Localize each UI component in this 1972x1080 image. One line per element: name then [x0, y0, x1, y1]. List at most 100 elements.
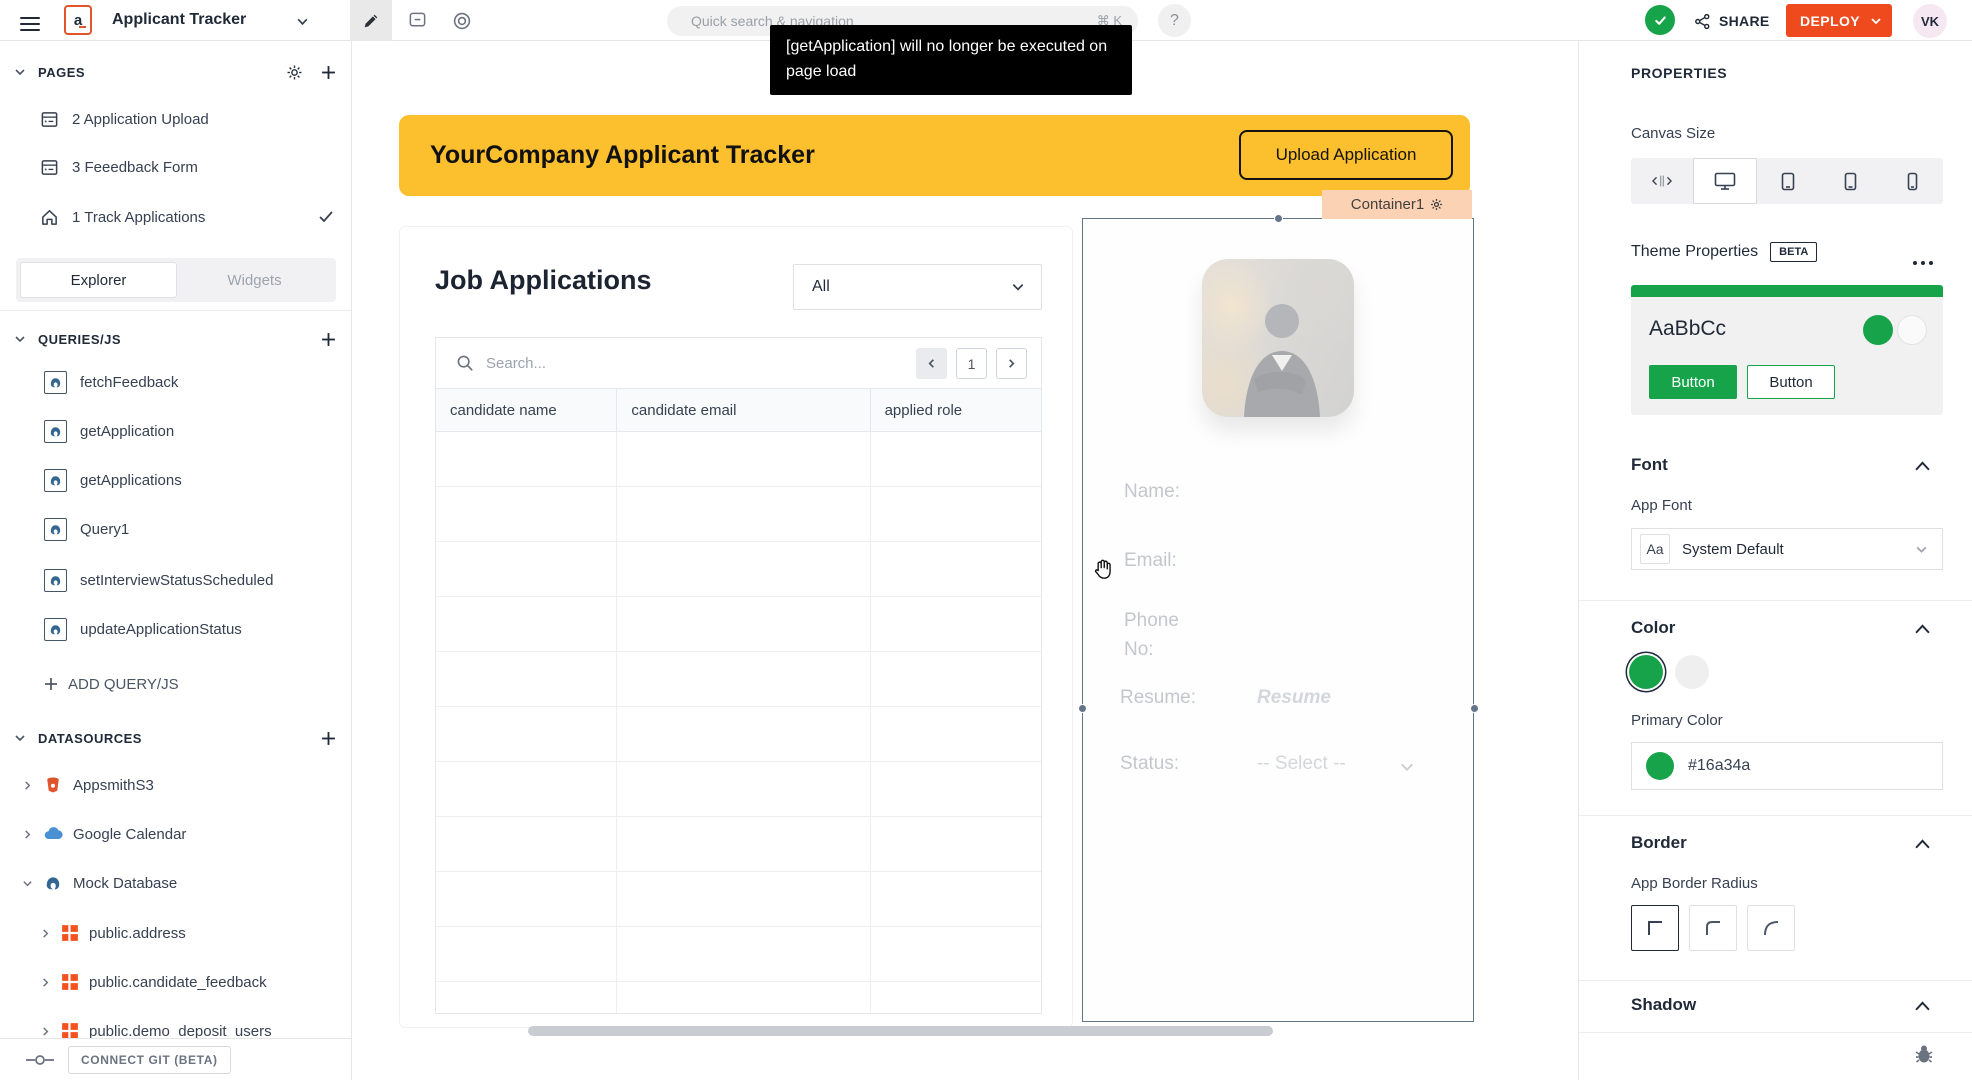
table-cell[interactable]	[871, 927, 1041, 981]
share-button[interactable]: SHARE	[1694, 8, 1770, 34]
table-cell[interactable]	[617, 817, 871, 871]
query-item[interactable]: updateApplicationStatus	[0, 609, 351, 649]
border-radius-sharp-option[interactable]	[1631, 905, 1679, 951]
table-cell[interactable]	[436, 817, 618, 871]
table-cell[interactable]	[617, 982, 871, 1013]
app-header-widget[interactable]: YourCompany Applicant Tracker Upload App…	[399, 115, 1470, 196]
table-row[interactable]	[436, 652, 1041, 707]
chevron-down-icon[interactable]	[14, 66, 26, 78]
resume-link[interactable]: Resume	[1257, 687, 1331, 709]
table-row[interactable]	[436, 982, 1041, 1013]
datasource-table-public-address[interactable]: public.address	[0, 913, 351, 953]
datasource-google-calendar[interactable]: Google Calendar	[0, 814, 351, 854]
add-datasource-icon[interactable]	[321, 731, 336, 746]
resize-handle-top[interactable]	[1274, 214, 1283, 223]
chevron-right-icon[interactable]	[40, 977, 51, 988]
table-cell[interactable]	[871, 817, 1041, 871]
horizontal-scrollbar[interactable]	[528, 1026, 1273, 1036]
tab-explorer[interactable]: Explorer	[20, 262, 177, 298]
user-avatar[interactable]: VK	[1913, 4, 1947, 38]
color-swatch-green-selected[interactable]	[1629, 655, 1663, 689]
table-cell[interactable]	[617, 872, 871, 926]
canvas-size-phone-option[interactable]	[1881, 158, 1943, 204]
tab-widgets[interactable]: Widgets	[177, 262, 332, 298]
sidebar-page-track-applications[interactable]: 1 Track Applications	[0, 197, 351, 237]
status-chevron-down-icon[interactable]	[1399, 759, 1415, 775]
collapse-chevron-up-icon[interactable]	[1915, 1001, 1930, 1011]
table-cell[interactable]	[436, 927, 618, 981]
query-item[interactable]: fetchFeedback	[0, 362, 351, 402]
add-query-button[interactable]: ADD QUERY/JS	[0, 664, 351, 704]
chevron-right-icon[interactable]	[22, 780, 33, 791]
datasource-appsmith-s3[interactable]: AppsmithS3	[0, 765, 351, 805]
table-row[interactable]	[436, 927, 1041, 982]
container1-widget[interactable]: Name: Email: Phone No: Resume: Resume St…	[1078, 214, 1479, 1022]
column-header[interactable]: candidate email	[617, 389, 871, 431]
connect-git-button[interactable]: CONNECT GIT (BETA)	[68, 1045, 231, 1074]
chevron-down-icon[interactable]	[14, 333, 26, 345]
hamburger-menu-icon[interactable]	[20, 13, 40, 35]
table-search-input[interactable]	[486, 354, 766, 372]
canvas-size-tablet-option[interactable]	[1819, 158, 1881, 204]
app-logo-icon[interactable]: a	[64, 5, 92, 35]
table-cell[interactable]	[436, 652, 618, 706]
table-cell[interactable]	[617, 542, 871, 596]
app-font-dropdown[interactable]: Aa System Default	[1631, 528, 1943, 570]
canvas-size-tablet-large-option[interactable]	[1757, 158, 1819, 204]
add-page-icon[interactable]	[321, 65, 336, 80]
status-select[interactable]: -- Select --	[1257, 753, 1346, 775]
table-cell[interactable]	[871, 487, 1041, 541]
table-row[interactable]	[436, 432, 1041, 487]
border-radius-large-option[interactable]	[1747, 905, 1795, 951]
column-header[interactable]: candidate name	[436, 389, 618, 431]
next-page-button[interactable]	[996, 348, 1027, 379]
collapse-chevron-up-icon[interactable]	[1915, 624, 1930, 634]
table-cell[interactable]	[617, 487, 871, 541]
collapse-chevron-up-icon[interactable]	[1915, 839, 1930, 849]
chevron-down-icon[interactable]	[22, 878, 33, 889]
container-settings-gear-icon[interactable]	[1430, 198, 1443, 211]
chevron-right-icon[interactable]	[40, 928, 51, 939]
resize-handle-right[interactable]	[1470, 704, 1479, 713]
table-row[interactable]	[436, 762, 1041, 817]
upload-application-button[interactable]: Upload Application	[1239, 130, 1453, 180]
query-item[interactable]: getApplication	[0, 411, 351, 451]
chevron-right-icon[interactable]	[40, 1026, 51, 1037]
chevron-down-icon[interactable]	[14, 732, 26, 744]
collapse-chevron-up-icon[interactable]	[1915, 461, 1930, 471]
table-cell[interactable]	[617, 927, 871, 981]
table-row[interactable]	[436, 707, 1041, 762]
table-row[interactable]	[436, 487, 1041, 542]
table-row[interactable]	[436, 817, 1041, 872]
app-canvas[interactable]: YourCompany Applicant Tracker Upload App…	[352, 41, 1578, 1080]
query-item[interactable]: setInterviewStatusScheduled	[0, 560, 351, 600]
status-filter-dropdown[interactable]: All	[793, 264, 1042, 310]
table-cell[interactable]	[436, 432, 618, 486]
edit-mode-button[interactable]	[350, 0, 392, 41]
resize-handle-left[interactable]	[1078, 704, 1087, 713]
deploy-chevron-down-icon[interactable]	[1870, 15, 1882, 27]
container-widget-tag[interactable]: Container1	[1322, 190, 1472, 219]
table-cell[interactable]	[871, 982, 1041, 1013]
table-cell[interactable]	[436, 872, 618, 926]
table-cell[interactable]	[436, 597, 618, 651]
more-menu-icon[interactable]	[1909, 252, 1933, 270]
table-cell[interactable]	[617, 762, 871, 816]
datasources-section-header[interactable]: DATASOURCES	[0, 723, 351, 753]
sidebar-page-feedback-form[interactable]: 3 Feeedback Form	[0, 147, 351, 187]
table-cell[interactable]	[871, 542, 1041, 596]
table-cell[interactable]	[617, 432, 871, 486]
deploy-button[interactable]: DEPLOY	[1786, 4, 1892, 37]
app-title-chevron-down-icon[interactable]	[296, 15, 309, 28]
table-cell[interactable]	[871, 707, 1041, 761]
chevron-right-icon[interactable]	[22, 829, 33, 840]
query-item[interactable]: Query1	[0, 509, 351, 549]
sidebar-page-application-upload[interactable]: 2 Application Upload	[0, 99, 351, 139]
pages-section-header[interactable]: PAGES	[0, 57, 351, 87]
pages-settings-gear-icon[interactable]	[286, 64, 303, 81]
table-cell[interactable]	[871, 597, 1041, 651]
query-item[interactable]: getApplications	[0, 460, 351, 500]
preview-mode-button[interactable]	[441, 0, 483, 41]
canvas-size-fluid-option[interactable]	[1631, 158, 1693, 204]
debug-bug-icon[interactable]	[1913, 1043, 1935, 1065]
